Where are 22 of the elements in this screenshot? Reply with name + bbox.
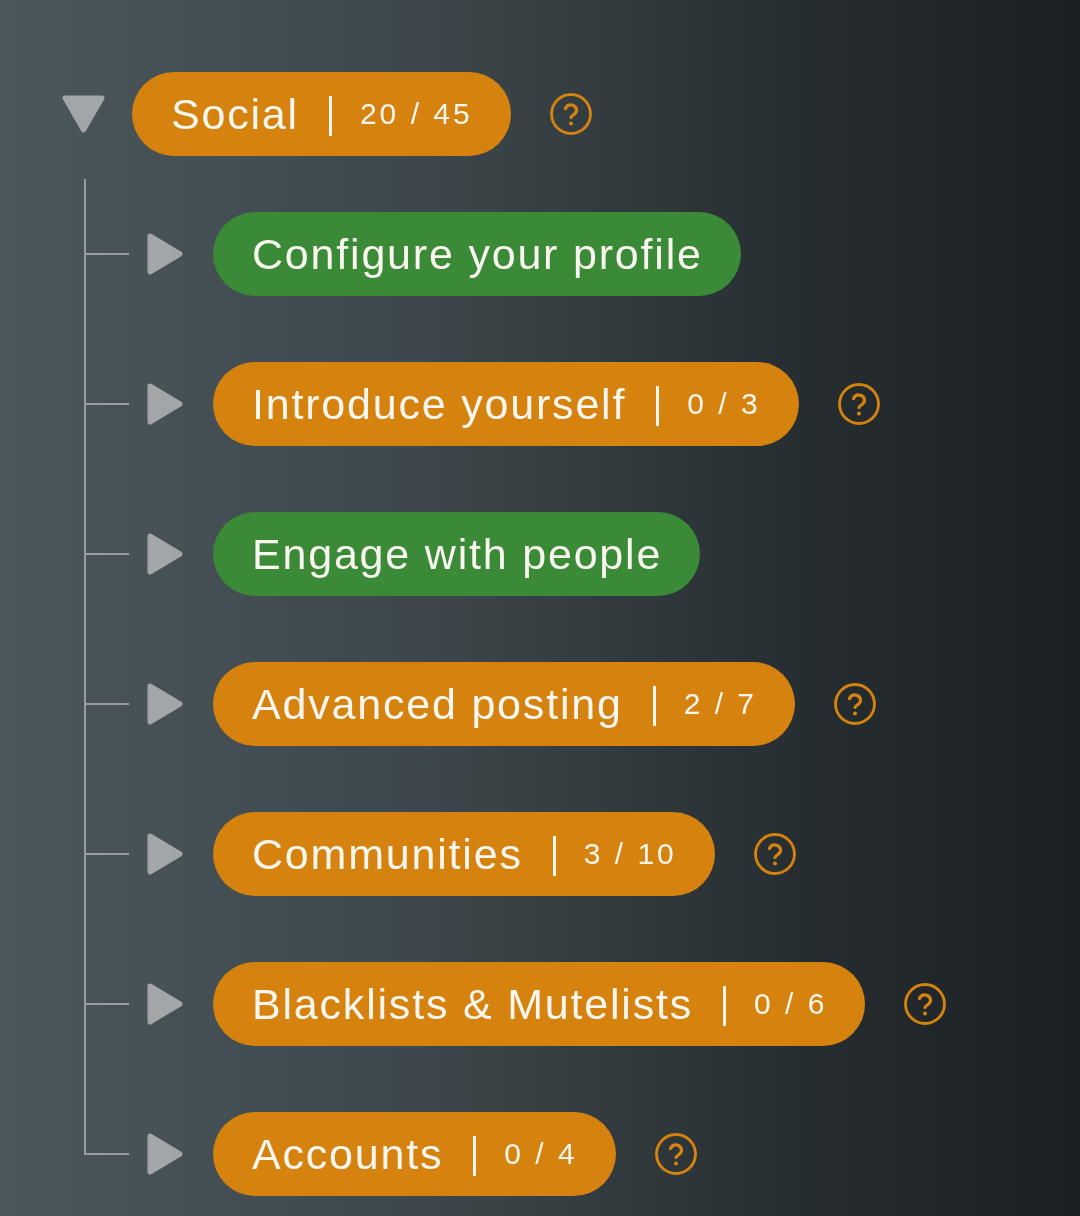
task-button[interactable]: Blacklists & Mutelists 0 / 6 [213, 962, 866, 1046]
help-icon[interactable] [753, 833, 796, 875]
help-icon[interactable] [549, 93, 592, 135]
triangle-right-icon[interactable] [147, 383, 183, 425]
triangle-down-icon[interactable] [62, 95, 105, 133]
help-icon[interactable] [837, 383, 880, 425]
help-icon[interactable] [834, 683, 877, 725]
triangle-right-icon[interactable] [147, 833, 183, 875]
task-button[interactable]: Configure your profile [213, 212, 741, 296]
triangle-right-icon[interactable] [147, 983, 183, 1025]
task-button[interactable]: Engage with people [213, 512, 701, 596]
help-icon[interactable] [654, 1133, 697, 1175]
task-button[interactable]: Advanced posting 2 / 7 [213, 662, 796, 746]
task-button[interactable]: Communities 3 / 10 [213, 812, 715, 896]
triangle-right-icon[interactable] [147, 1133, 183, 1175]
help-icon[interactable] [904, 983, 947, 1025]
task-button[interactable]: Introduce yourself 0 / 3 [213, 362, 799, 446]
triangle-right-icon[interactable] [147, 533, 183, 575]
triangle-right-icon[interactable] [147, 683, 183, 725]
task-button[interactable]: Accounts 0 / 4 [213, 1112, 616, 1196]
category-button[interactable]: Social 20 / 45 [132, 72, 511, 156]
triangle-right-icon[interactable] [147, 233, 183, 275]
